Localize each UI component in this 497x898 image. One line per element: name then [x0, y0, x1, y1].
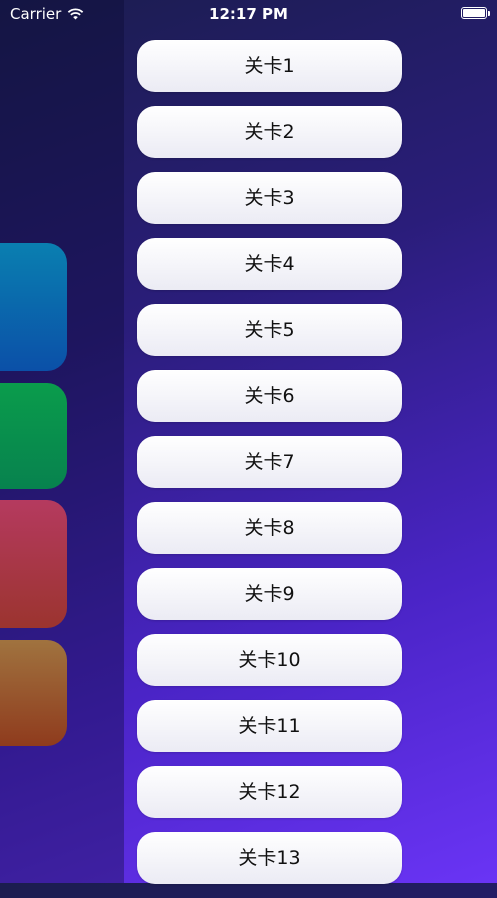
level-button-9[interactable]: 关卡9	[137, 568, 402, 620]
level-button-8[interactable]: 关卡8	[137, 502, 402, 554]
level-button-2[interactable]: 关卡2	[137, 106, 402, 158]
tile-brown[interactable]	[0, 640, 67, 746]
left-panel	[0, 0, 124, 883]
tile-red[interactable]	[0, 500, 67, 628]
level-button-5[interactable]: 关卡5	[137, 304, 402, 356]
tile-blue[interactable]	[0, 243, 67, 371]
status-bar: Carrier 12:17 PM	[0, 0, 497, 28]
level-button-6[interactable]: 关卡6	[137, 370, 402, 422]
battery-icon	[461, 7, 490, 19]
level-button-1[interactable]: 关卡1	[137, 40, 402, 92]
level-button-12[interactable]: 关卡12	[137, 766, 402, 818]
level-button-13[interactable]: 关卡13	[137, 832, 402, 884]
tile-green[interactable]	[0, 383, 67, 489]
level-button-11[interactable]: 关卡11	[137, 700, 402, 752]
level-button-4[interactable]: 关卡4	[137, 238, 402, 290]
battery-level	[463, 9, 485, 17]
level-list: 关卡1 关卡2 关卡3 关卡4 关卡5 关卡6 关卡7 关卡8 关卡9 关卡10…	[137, 40, 402, 898]
level-button-3[interactable]: 关卡3	[137, 172, 402, 224]
status-time: 12:17 PM	[209, 5, 288, 23]
level-button-10[interactable]: 关卡10	[137, 634, 402, 686]
level-button-7[interactable]: 关卡7	[137, 436, 402, 488]
